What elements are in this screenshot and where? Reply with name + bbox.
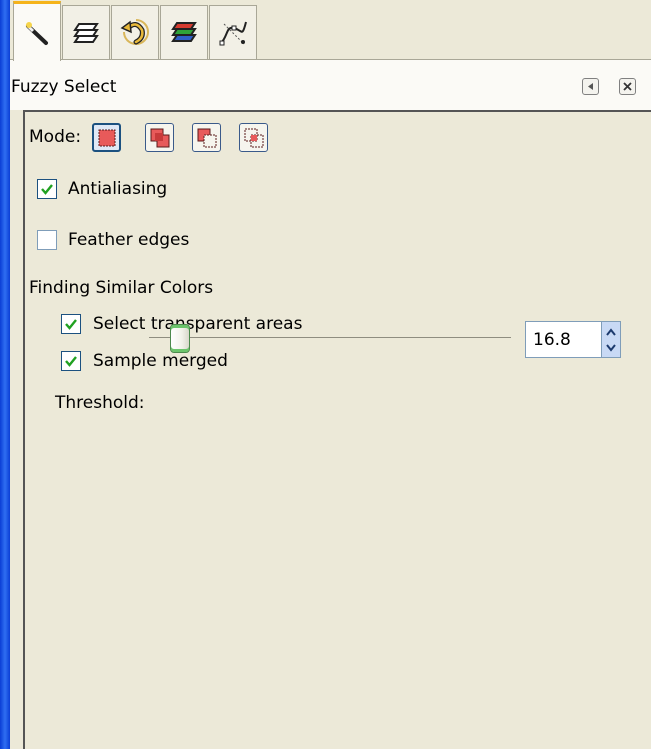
tab-menu-icon — [588, 83, 593, 90]
tab-tool-options[interactable] — [13, 1, 61, 61]
threshold-label: Threshold: — [55, 393, 145, 413]
spin-up-button[interactable] — [604, 324, 618, 340]
threshold-value: 16.8 — [533, 330, 571, 350]
tab-undo-history[interactable] — [111, 5, 159, 60]
antialiasing-checkbox[interactable] — [37, 179, 57, 199]
tab-paths[interactable] — [209, 5, 257, 60]
close-dock-button[interactable] — [619, 78, 636, 95]
threshold-slider-track[interactable] — [149, 337, 511, 338]
antialiasing-label: Antialiasing — [68, 179, 168, 199]
layers-icon — [73, 23, 99, 43]
threshold-spin-buttons[interactable] — [601, 321, 621, 358]
panel-header: Fuzzy Select — [10, 60, 651, 110]
threshold-slider-thumb[interactable] — [170, 324, 190, 353]
window-border — [0, 0, 10, 749]
dock-tab-strip — [10, 0, 651, 61]
checkmark-icon — [65, 319, 77, 330]
mode-label: Mode: — [29, 127, 82, 147]
mode-replace-button[interactable] — [92, 123, 121, 152]
feather-edges-checkbox[interactable] — [37, 230, 57, 250]
paths-icon — [219, 21, 247, 46]
checkmark-icon — [65, 356, 77, 367]
spin-down-button[interactable] — [604, 340, 618, 356]
dock: Fuzzy Select Mode: Antialiasing Feather … — [10, 0, 651, 749]
mode-replace-icon — [98, 129, 115, 146]
checkmark-icon — [41, 184, 53, 195]
feather-edges-label: Feather edges — [68, 230, 190, 250]
threshold-spin-input[interactable]: 16.8 — [525, 321, 603, 358]
tool-options-panel: Fuzzy Select Mode: Antialiasing Feather … — [10, 60, 651, 749]
channels-icon — [171, 22, 197, 42]
sample-merged-checkbox[interactable] — [61, 351, 81, 371]
mode-subtract-button[interactable] — [192, 123, 221, 152]
close-icon — [623, 82, 632, 91]
select-transparent-label: Select transparent areas — [93, 314, 303, 334]
tab-channels[interactable] — [160, 5, 208, 60]
sample-merged-label: Sample merged — [93, 351, 228, 371]
mode-subtract-icon — [197, 128, 216, 147]
mode-add-icon — [150, 128, 169, 147]
tab-layers[interactable] — [62, 5, 110, 60]
mode-intersect-button[interactable] — [239, 123, 268, 152]
select-transparent-checkbox[interactable] — [61, 314, 81, 334]
similar-colors-heading: Finding Similar Colors — [29, 278, 214, 298]
chevron-down-icon — [606, 344, 616, 352]
tab-menu-button[interactable] — [582, 78, 599, 95]
chevron-up-icon — [606, 328, 616, 336]
undo-history-icon — [120, 19, 149, 45]
panel-title: Fuzzy Select — [11, 77, 117, 97]
tool-options-body: Mode: Antialiasing Feather edges Finding… — [23, 110, 651, 749]
mode-intersect-icon — [244, 128, 263, 147]
magic-wand-icon — [26, 21, 48, 45]
mode-add-button[interactable] — [145, 123, 174, 152]
